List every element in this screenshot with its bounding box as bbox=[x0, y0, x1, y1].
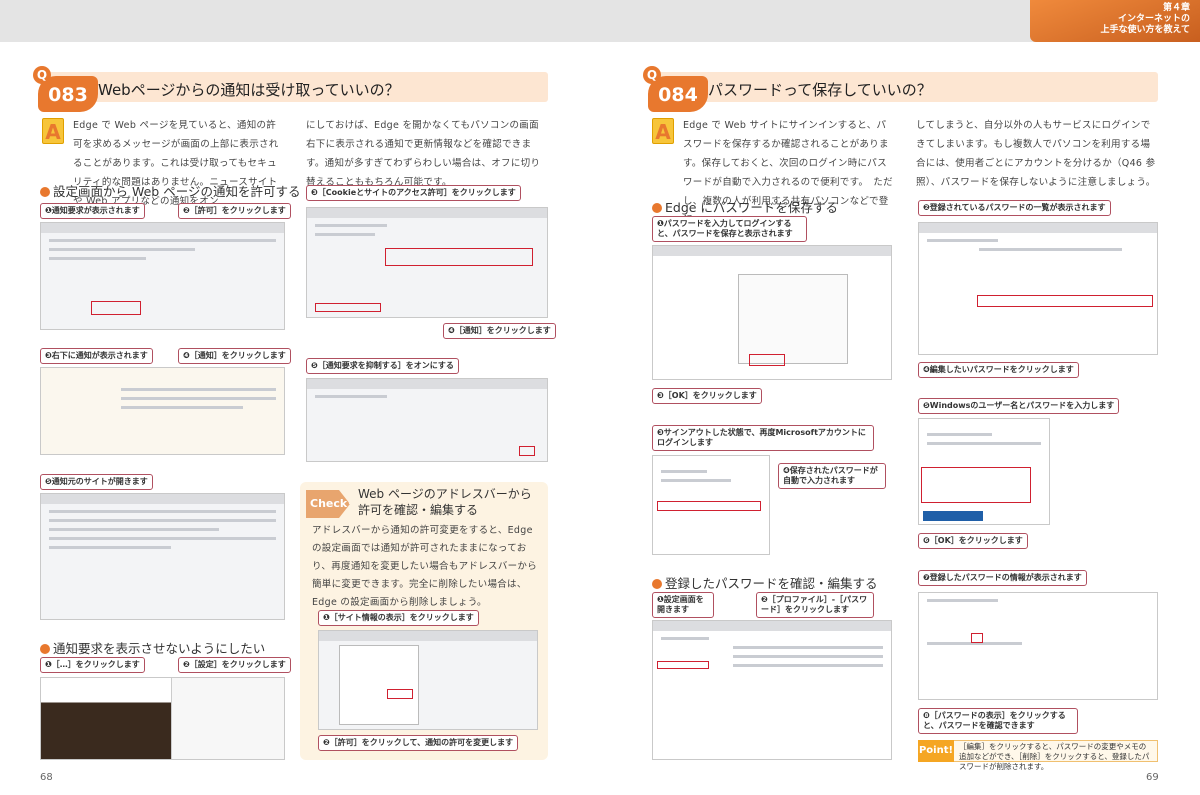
screenshot-windows-security bbox=[918, 418, 1050, 525]
callout: ❷［許可］をクリックします bbox=[178, 203, 291, 219]
question-title: パスワードって保存していいの？ bbox=[708, 81, 932, 99]
callout: ❽［パスワードの表示］をクリックすると、パスワードを確認できます bbox=[918, 708, 1078, 734]
callout: ❶設定画面を開きます bbox=[652, 592, 714, 618]
screenshot-settings-cookies bbox=[306, 207, 548, 318]
q-icon: Q bbox=[33, 66, 51, 84]
check-title-2: 許可を確認・編集する bbox=[358, 503, 479, 517]
callout: ❺通知元のサイトが開きます bbox=[40, 474, 153, 490]
check-body: アドレスバーから通知の許可変更をすると、Edge の設定画面では通知が許可された… bbox=[312, 525, 538, 608]
callout: ❹［通知］をクリックします bbox=[178, 348, 291, 364]
section-heading: 設定画面から Web ページの通知を許可する bbox=[40, 181, 300, 200]
callout: ❶パスワードを入力してログインすると、パスワードを保存と表示されます bbox=[652, 216, 807, 242]
answer-text-2: してしまうと、自分以外の人もサービスにログインできてしまいます。もし複数人でパソ… bbox=[916, 120, 1156, 188]
screenshot-password-list bbox=[918, 222, 1158, 355]
chapter-number: 第４章 bbox=[1162, 3, 1190, 13]
callout: ❷［設定］をクリックします bbox=[178, 657, 291, 673]
screenshot-password-detail bbox=[918, 592, 1158, 700]
chapter-title-1: インターネットの bbox=[1117, 14, 1190, 24]
screenshot-menu bbox=[40, 677, 285, 760]
callout: ❺［通知要求を抑制する］をオンにする bbox=[306, 358, 459, 374]
callout: ❷［プロファイル］-［パスワード］をクリックします bbox=[756, 592, 874, 618]
chapter-title-2: 上手な使い方を教えて bbox=[1100, 25, 1190, 35]
section-heading: 登録したパスワードを確認・編集する bbox=[652, 573, 878, 592]
point-box: ［編集］をクリックすると、パスワードの変更やメモの追加などができ、［削除］をクリ… bbox=[918, 740, 1158, 771]
screenshot-settings-profile bbox=[652, 620, 892, 760]
q-icon: Q bbox=[643, 66, 661, 84]
callout: ❷登録されているパスワードの一覧が表示されます bbox=[918, 200, 1111, 216]
check-title: Web ページのアドレスバーから 許可を確認・編集する bbox=[358, 486, 532, 518]
screenshot-notification-toast bbox=[40, 367, 285, 455]
screenshot-site-info bbox=[318, 630, 538, 730]
top-bar bbox=[0, 0, 1200, 42]
callout: ❹［通知］をクリックします bbox=[443, 323, 556, 339]
page-number: 68 bbox=[40, 772, 53, 783]
answer-text-2: にしておけば、Edge を開かなくてもパソコンの画面右下に表示される通知で更新情… bbox=[306, 120, 541, 188]
callout: ❹保存されたパスワードが自動で入力されます bbox=[778, 463, 886, 489]
section-heading: 通知要求を表示させないようにしたい bbox=[40, 638, 265, 657]
answer-icon: A bbox=[652, 118, 674, 144]
answer-icon: A bbox=[42, 118, 64, 144]
point-text: ［編集］をクリックすると、パスワードの変更やメモの追加などができ、［削除］をクリ… bbox=[959, 742, 1150, 771]
callout: ❸サインアウトした状態で、再度Microsoftアカウントにログインします bbox=[652, 425, 874, 451]
callout: ❶［…］をクリックします bbox=[40, 657, 145, 673]
callout: ❸［OK］をクリックします bbox=[652, 388, 762, 404]
callout: ❶［サイト情報の表示］をクリックします bbox=[318, 610, 479, 626]
section-heading: Edge にパスワードを保存する bbox=[652, 197, 838, 216]
chapter-tab: 第４章 インターネットの 上手な使い方を教えて bbox=[1030, 0, 1200, 42]
callout: ❺Windowsのユーザー名とパスワードを入力します bbox=[918, 398, 1120, 414]
screenshot-notification-settings bbox=[306, 378, 548, 462]
callout: ❼登録したパスワードの情報が表示されます bbox=[918, 570, 1087, 586]
callout: ❻［OK］をクリックします bbox=[918, 533, 1028, 549]
page-number: 69 bbox=[1146, 772, 1159, 783]
screenshot-login bbox=[652, 455, 770, 555]
point-tag: Point! bbox=[918, 740, 954, 762]
callout: ❸右下に通知が表示されます bbox=[40, 348, 153, 364]
screenshot-site bbox=[40, 493, 285, 620]
callout: ❷［許可］をクリックして、通知の許可を変更します bbox=[318, 735, 519, 751]
callout: ❶通知要求が表示されます bbox=[40, 203, 145, 219]
question-title: Webページからの通知は受け取っていいの？ bbox=[98, 81, 400, 99]
callout: ❹編集したいパスワードをクリックします bbox=[918, 362, 1079, 378]
screenshot-save-password bbox=[652, 245, 892, 380]
screenshot-notification-request bbox=[40, 222, 285, 330]
callout: ❸［Cookieとサイトのアクセス許可］をクリックします bbox=[306, 185, 521, 201]
check-title-1: Web ページのアドレスバーから bbox=[358, 487, 532, 501]
